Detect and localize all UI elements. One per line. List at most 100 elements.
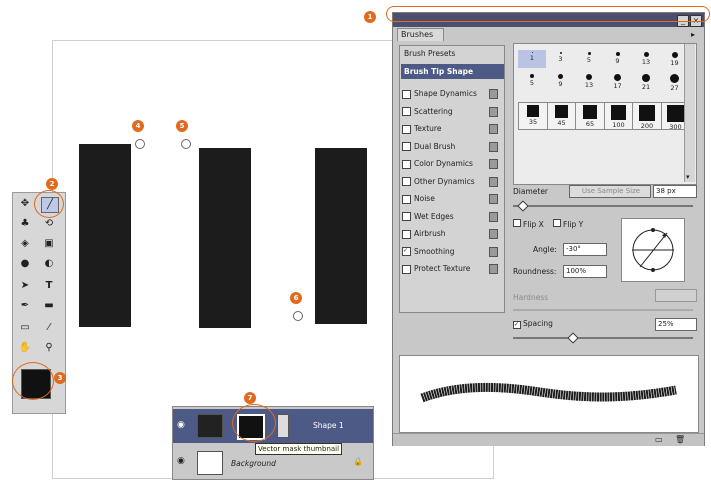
gradient-tool-icon[interactable]: ▣	[41, 237, 57, 251]
lock-icon[interactable]	[489, 159, 498, 169]
brush-presets-item[interactable]: Brush Presets	[401, 47, 504, 61]
option-checkbox[interactable]	[402, 142, 411, 151]
brush-tip-dot	[586, 74, 592, 80]
option-checkbox[interactable]: ✓	[402, 247, 411, 256]
option-checkbox[interactable]	[402, 159, 411, 169]
brush-tip-item[interactable]: 9	[547, 72, 575, 90]
brush-option-item[interactable]: Scattering	[402, 104, 500, 119]
use-sample-size-button[interactable]: Use Sample Size	[569, 185, 651, 198]
brush-tip-item[interactable]: 65	[575, 102, 605, 130]
palette-menu-icon[interactable]: ▸	[691, 30, 695, 39]
background-thumbnail[interactable]	[197, 451, 223, 475]
lock-icon[interactable]	[489, 194, 498, 204]
brush-tip-item[interactable]: 1	[518, 50, 546, 68]
pen-tool-icon[interactable]: ✒	[17, 299, 33, 313]
layer-mask-thumbnail[interactable]	[277, 414, 289, 438]
brush-tip-item[interactable]: 45	[546, 102, 577, 130]
brush-tip-item[interactable]: 21	[632, 72, 660, 91]
brush-tip-grid[interactable]: 1 3 5 9 13 19 5 9 13 17 21 27 35 45 65 100 200 300	[513, 43, 697, 185]
new-brush-icon[interactable]: ▭	[655, 435, 663, 444]
option-checkbox[interactable]	[402, 212, 411, 221]
spacing-slider-knob[interactable]	[567, 332, 579, 344]
brush-tip-dot	[611, 105, 626, 120]
brush-tip-item[interactable]: 35	[518, 102, 548, 130]
highlight-ring-vector-mask	[232, 404, 276, 442]
brush-option-item[interactable]: Shape Dynamics	[402, 86, 500, 101]
lock-icon[interactable]	[489, 246, 498, 257]
diameter-slider[interactable]	[513, 205, 693, 207]
visibility-eye-icon[interactable]: ◉	[177, 457, 187, 466]
diameter-slider-knob[interactable]	[517, 200, 529, 212]
brush-tip-item[interactable]: 9	[604, 50, 632, 68]
scroll-down-icon[interactable]: ▾	[686, 173, 690, 181]
tab-brushes[interactable]: Brushes	[397, 28, 444, 41]
angle-field[interactable]: -30°	[563, 243, 607, 256]
eraser-tool-icon[interactable]: ◈	[17, 237, 33, 251]
zoom-tool-icon[interactable]: ⚲	[41, 341, 57, 355]
lock-icon[interactable]	[489, 141, 498, 152]
option-checkbox[interactable]	[402, 177, 411, 186]
delete-brush-icon[interactable]: 🗑	[675, 435, 685, 444]
clone-stamp-tool-icon[interactable]: ♣	[17, 217, 33, 231]
hardness-field[interactable]	[655, 289, 697, 302]
flip-x-checkbox[interactable]: Flip X	[513, 219, 544, 229]
blur-tool-icon[interactable]: ●	[17, 257, 33, 271]
lock-icon[interactable]	[489, 124, 498, 134]
brush-tip-item[interactable]: 5	[518, 72, 546, 90]
option-checkbox[interactable]	[402, 124, 411, 134]
flip-y-checkbox[interactable]: Flip Y	[553, 219, 583, 229]
brush-tip-item[interactable]: 5	[575, 50, 603, 68]
brush-option-item[interactable]: Dual Brush	[402, 139, 500, 154]
layer-name[interactable]: Shape 1	[313, 421, 344, 430]
brush-option-item[interactable]: Color Dynamics	[402, 156, 500, 171]
diameter-field[interactable]: 38 px	[653, 185, 697, 198]
type-tool-icon[interactable]: T	[41, 279, 57, 293]
brush-option-item[interactable]: Airbrush	[402, 226, 500, 241]
option-checkbox[interactable]	[402, 229, 411, 239]
eyedropper-tool-icon[interactable]: ⁄	[41, 321, 57, 335]
path-selection-tool-icon[interactable]: ➤	[17, 279, 33, 293]
spacing-checkbox[interactable]: ✓ Spacing	[513, 319, 553, 329]
brush-option-item[interactable]: ✓ Smoothing	[402, 244, 500, 259]
background-layer-name[interactable]: Background	[231, 459, 276, 468]
history-brush-tool-icon[interactable]: ⟲	[41, 217, 57, 231]
brush-tip-item[interactable]: 200	[632, 102, 662, 130]
brush-tip-dot	[531, 52, 533, 53]
brush-option-item[interactable]: Wet Edges	[402, 209, 500, 224]
move-tool-icon[interactable]: ✥	[17, 197, 33, 211]
lock-icon[interactable]	[489, 229, 498, 239]
brush-tip-item[interactable]: 13	[632, 50, 660, 68]
visibility-eye-icon[interactable]: ◉	[177, 421, 187, 430]
lock-icon[interactable]	[489, 176, 498, 187]
brush-option-item[interactable]: Other Dynamics	[402, 174, 500, 189]
lock-icon[interactable]	[489, 106, 498, 117]
option-checkbox[interactable]	[402, 194, 411, 204]
lock-icon[interactable]	[489, 89, 498, 99]
lock-icon[interactable]	[489, 211, 498, 222]
spacing-field[interactable]: 25%	[655, 318, 697, 331]
lock-icon[interactable]	[489, 264, 498, 274]
brush-tip-item[interactable]: 13	[575, 72, 603, 90]
option-checkbox[interactable]	[402, 264, 411, 274]
shape-tool-icon[interactable]: ▬	[41, 299, 57, 313]
roundness-field[interactable]: 100%	[563, 265, 607, 278]
hardness-slider[interactable]	[513, 309, 693, 311]
brush-tip-item[interactable]: 3	[547, 50, 575, 68]
spacing-slider[interactable]	[513, 337, 693, 339]
hand-tool-icon[interactable]: ✋	[17, 341, 33, 355]
layer-thumbnail[interactable]	[197, 414, 223, 438]
brush-tip-shape-item[interactable]: Brush Tip Shape	[401, 64, 504, 79]
notes-tool-icon[interactable]: ▭	[17, 321, 33, 335]
option-checkbox[interactable]	[402, 89, 411, 99]
angle-roundness-widget[interactable]	[621, 218, 685, 282]
brush-tip-item[interactable]: 17	[604, 72, 632, 90]
brush-option-item[interactable]: Texture	[402, 121, 500, 136]
dodge-tool-icon[interactable]: ◐	[41, 257, 57, 271]
brush-option-item[interactable]: Protect Texture	[402, 261, 500, 276]
tip-grid-scrollbar[interactable]: ▾	[684, 44, 695, 182]
stroke-bar-middle	[199, 148, 251, 328]
callout-marker: 1	[364, 11, 376, 23]
brush-tip-item[interactable]: 100	[603, 102, 634, 130]
brush-option-item[interactable]: Noise	[402, 191, 500, 206]
option-checkbox[interactable]	[402, 107, 411, 116]
